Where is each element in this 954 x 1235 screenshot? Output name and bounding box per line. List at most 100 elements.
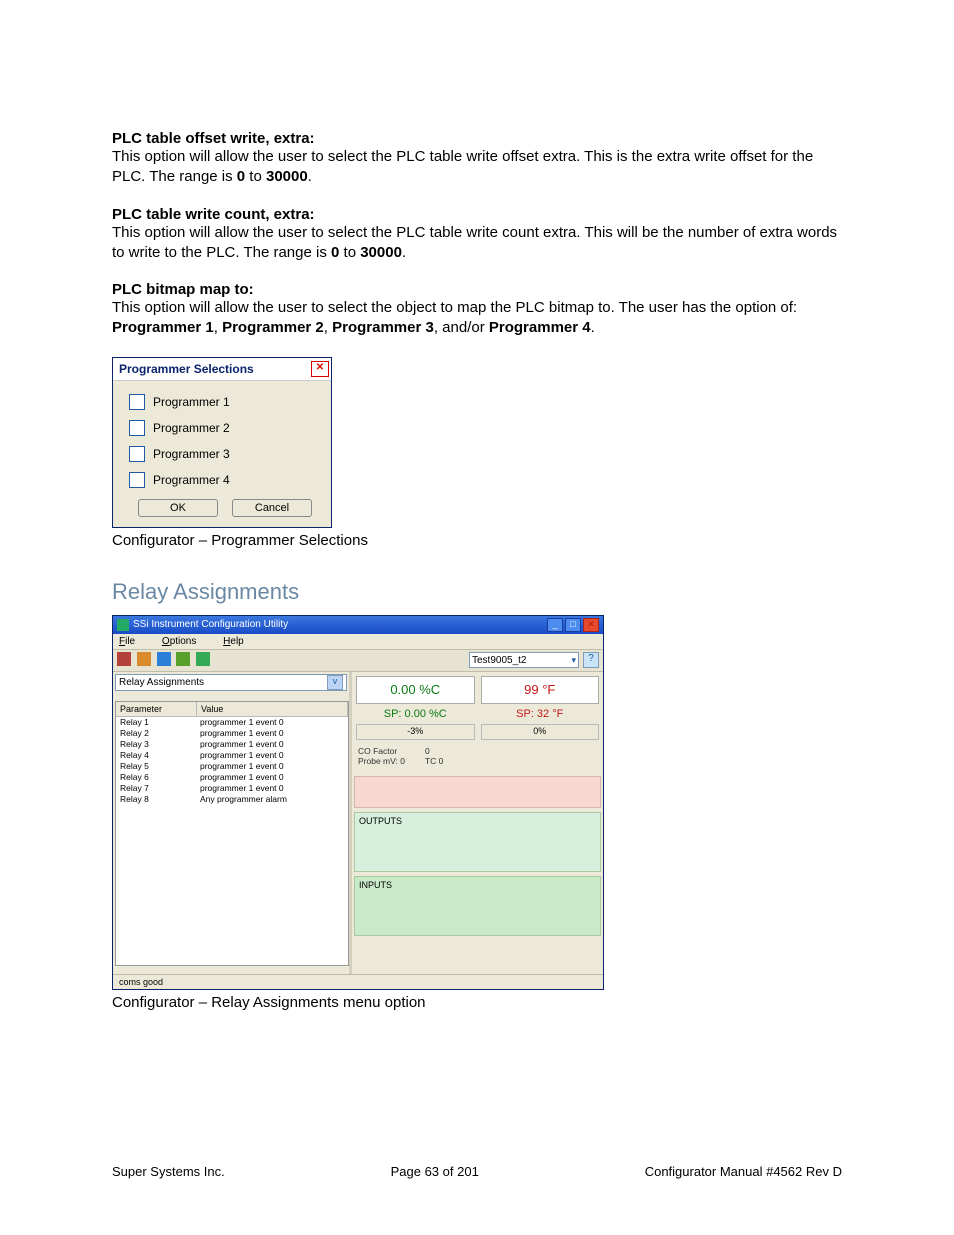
app-icon — [117, 619, 129, 631]
footer-center: Page 63 of 201 — [391, 1164, 479, 1179]
cell-value: Any programmer alarm — [196, 794, 348, 805]
help-icon[interactable]: ? — [583, 652, 599, 668]
text: . — [591, 319, 595, 336]
text: , and/or — [434, 319, 489, 336]
cell-parameter: Relay 1 — [116, 717, 196, 728]
pv-loop2: 99 °F — [481, 676, 600, 704]
table-body: Relay 1programmer 1 event 0Relay 2progra… — [116, 717, 348, 965]
close-icon[interactable]: ✕ — [583, 618, 599, 632]
document-page: PLC table offset write, extra: This opti… — [0, 0, 954, 1235]
heading-plc-offset: PLC table offset write, extra: — [112, 130, 842, 147]
dialog-title: Programmer Selections — [119, 362, 254, 376]
outputs-panel: OUTPUTS — [354, 812, 601, 872]
ok-button[interactable]: OK — [138, 499, 218, 517]
dropdown-icon[interactable]: ▾ — [571, 655, 576, 666]
cell-parameter: Relay 8 — [116, 794, 196, 805]
info-left: CO Factor Probe mV: 0 — [358, 746, 405, 766]
programmer-selections-dialog: Programmer Selections ✕ Programmer 1 Pro… — [112, 357, 332, 528]
checkbox-icon[interactable] — [129, 420, 145, 436]
ssi-window: SSi Instrument Configuration Utility _ □… — [112, 615, 604, 990]
cell-value: programmer 1 event 0 — [196, 728, 348, 739]
section-title-relay: Relay Assignments — [112, 579, 842, 605]
text: This option will allow the user to selec… — [112, 148, 813, 185]
info-right: 0 TC 0 — [425, 746, 443, 766]
toolbar-icon[interactable] — [176, 652, 190, 666]
table-row[interactable]: Relay 1programmer 1 event 0 — [116, 717, 348, 728]
output-pct-loop2: 0% — [481, 724, 600, 740]
cell-value: programmer 1 event 0 — [196, 739, 348, 750]
toolbar: Test9005_t2 ▾ ? — [113, 650, 603, 672]
checkbox-icon[interactable] — [129, 472, 145, 488]
prog4: Programmer 4 — [489, 319, 591, 336]
checkbox-label: Programmer 1 — [153, 395, 230, 409]
cell-value: programmer 1 event 0 — [196, 750, 348, 761]
config-combo[interactable]: Test9005_t2 ▾ — [469, 652, 579, 668]
checkbox-row-prog2[interactable]: Programmer 2 — [129, 415, 321, 441]
checkbox-row-prog4[interactable]: Programmer 4 — [129, 467, 321, 493]
menu-help[interactable]: Help — [223, 636, 256, 647]
cancel-button[interactable]: Cancel — [232, 499, 312, 517]
dialog-body: Programmer 1 Programmer 2 Programmer 3 P… — [113, 381, 331, 527]
table-row[interactable]: Relay 8Any programmer alarm — [116, 794, 348, 805]
table-row[interactable]: Relay 5programmer 1 event 0 — [116, 761, 348, 772]
window-titlebar: SSi Instrument Configuration Utility _ □… — [113, 616, 603, 634]
window-body: Relay Assignments v Parameter Value Rela… — [113, 672, 603, 974]
menu-file[interactable]: File — [119, 636, 147, 647]
footer-left: Super Systems Inc. — [112, 1164, 225, 1179]
prog2: Programmer 2 — [222, 319, 324, 336]
status-bar: coms good — [113, 974, 603, 989]
inputs-panel: INPUTS — [354, 876, 601, 936]
prog3: Programmer 3 — [332, 319, 434, 336]
alarm-strip — [354, 776, 601, 808]
toolbar-icon[interactable] — [117, 652, 131, 666]
cell-value: programmer 1 event 0 — [196, 717, 348, 728]
table-row[interactable]: Relay 2programmer 1 event 0 — [116, 728, 348, 739]
page-footer: Super Systems Inc. Page 63 of 201 Config… — [112, 1164, 842, 1179]
text: This option will allow the user to selec… — [112, 299, 797, 316]
table-header: Parameter Value — [116, 702, 348, 717]
text: , — [324, 319, 332, 336]
close-icon[interactable]: ✕ — [311, 361, 329, 377]
cell-parameter: Relay 5 — [116, 761, 196, 772]
heading-plc-bitmap: PLC bitmap map to: — [112, 281, 842, 298]
checkbox-icon[interactable] — [129, 446, 145, 462]
maximize-icon[interactable]: □ — [565, 618, 581, 632]
dropdown-icon[interactable]: v — [327, 675, 343, 690]
text-plc-bitmap: This option will allow the user to selec… — [112, 298, 842, 339]
range-high: 30000 — [266, 168, 308, 185]
section-combo[interactable]: Relay Assignments v — [115, 674, 347, 691]
range-low: 0 — [237, 168, 245, 185]
footer-right: Configurator Manual #4562 Rev D — [645, 1164, 842, 1179]
range-high: 30000 — [360, 244, 402, 261]
sp-loop2: SP: 32 °F — [481, 706, 600, 722]
cell-value: programmer 1 event 0 — [196, 772, 348, 783]
relay-table: Parameter Value Relay 1programmer 1 even… — [115, 701, 349, 966]
text: to — [339, 244, 360, 261]
table-row[interactable]: Relay 4programmer 1 event 0 — [116, 750, 348, 761]
menu-options[interactable]: Options — [162, 636, 208, 647]
cell-parameter: Relay 3 — [116, 739, 196, 750]
left-panel: Relay Assignments v Parameter Value Rela… — [113, 672, 352, 974]
heading-plc-writecount: PLC table write count, extra: — [112, 206, 842, 223]
checkbox-icon[interactable] — [129, 394, 145, 410]
table-row[interactable]: Relay 6programmer 1 event 0 — [116, 772, 348, 783]
table-row[interactable]: Relay 7programmer 1 event 0 — [116, 783, 348, 794]
combo-value: Test9005_t2 — [472, 655, 527, 666]
checkbox-row-prog1[interactable]: Programmer 1 — [129, 389, 321, 415]
dialog-caption: Configurator – Programmer Selections — [112, 532, 842, 549]
cell-value: programmer 1 event 0 — [196, 761, 348, 772]
minimize-icon[interactable]: _ — [547, 618, 563, 632]
checkbox-label: Programmer 2 — [153, 421, 230, 435]
text: . — [308, 168, 312, 185]
cell-parameter: Relay 4 — [116, 750, 196, 761]
pv-loop1: 0.00 %C — [356, 676, 475, 704]
cell-parameter: Relay 6 — [116, 772, 196, 783]
toolbar-icon[interactable] — [137, 652, 151, 666]
checkbox-row-prog3[interactable]: Programmer 3 — [129, 441, 321, 467]
toolbar-icon[interactable] — [157, 652, 171, 666]
output-pct-loop1: -3% — [356, 724, 475, 740]
dialog-titlebar: Programmer Selections ✕ — [113, 358, 331, 381]
col-value: Value — [197, 702, 348, 716]
table-row[interactable]: Relay 3programmer 1 event 0 — [116, 739, 348, 750]
toolbar-icon[interactable] — [196, 652, 210, 666]
